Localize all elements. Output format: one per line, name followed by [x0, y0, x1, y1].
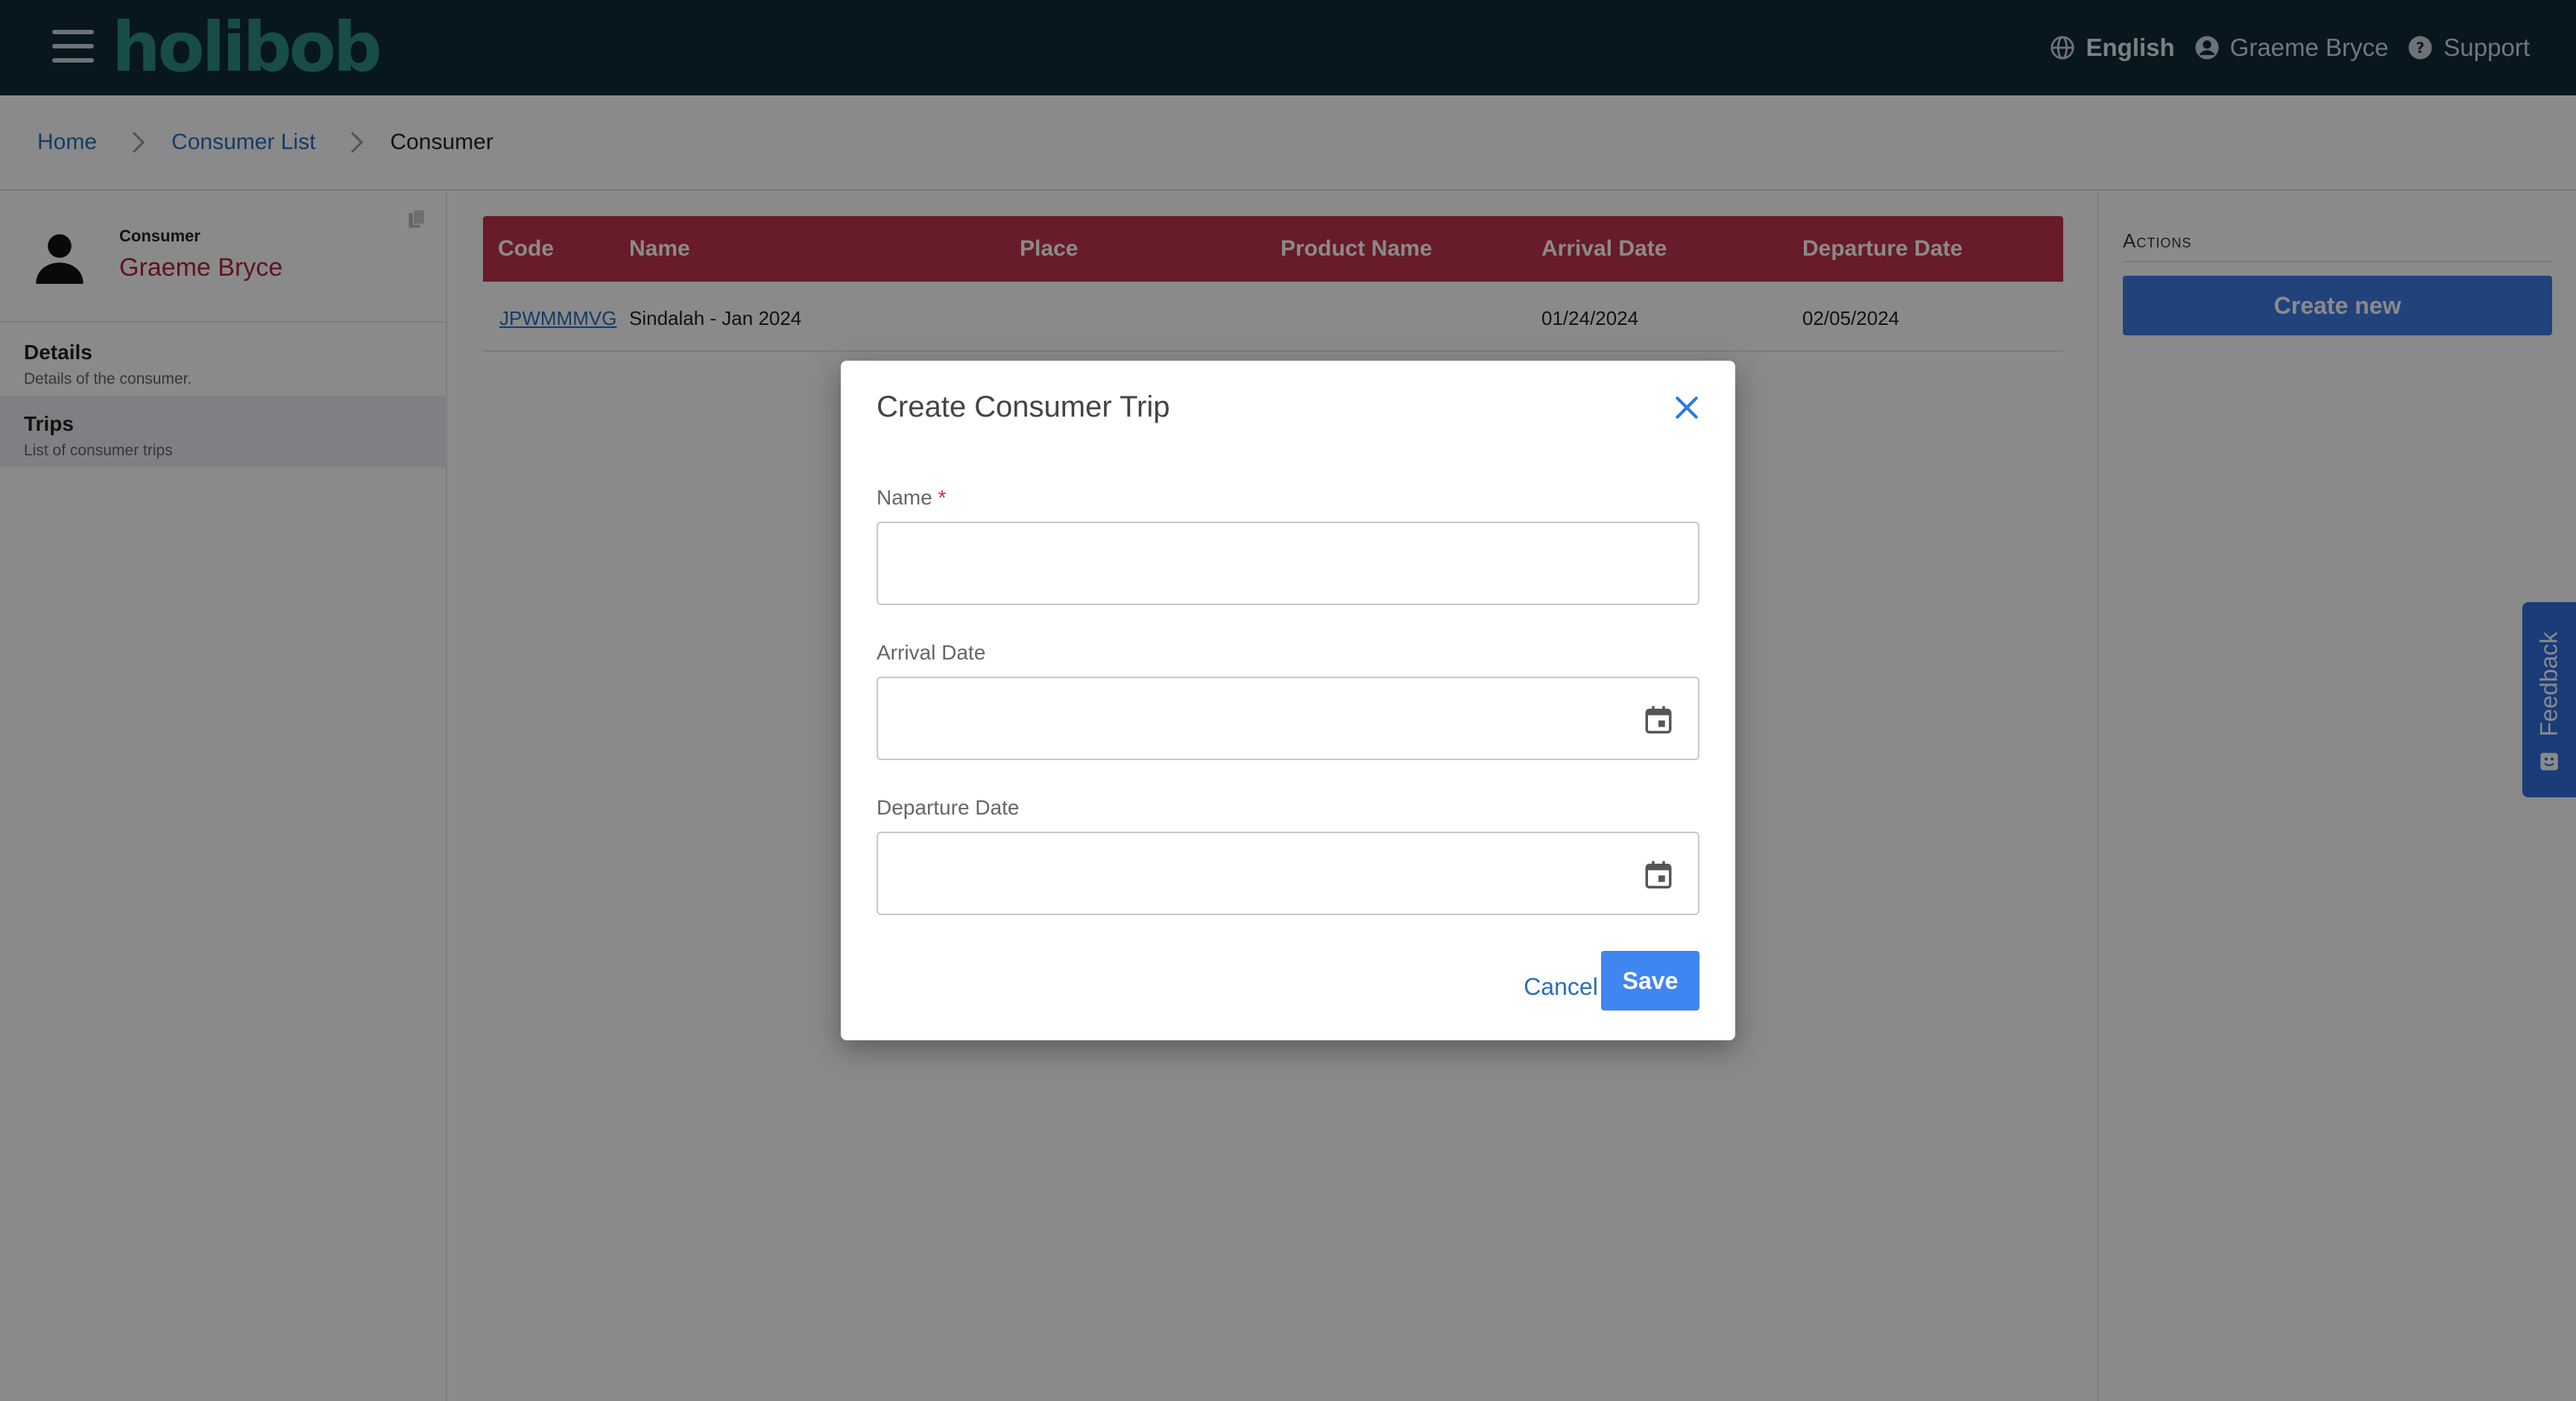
name-label: Name *	[877, 486, 946, 510]
required-mark: *	[938, 486, 947, 509]
calendar-icon[interactable]	[1643, 857, 1674, 891]
departure-date-label: Departure Date	[877, 796, 1020, 819]
calendar-icon[interactable]	[1643, 702, 1674, 736]
save-button[interactable]: Save	[1601, 951, 1699, 1011]
name-input[interactable]	[877, 522, 1699, 605]
arrival-date-input[interactable]	[877, 677, 1699, 760]
arrival-date-label: Arrival Date	[877, 641, 986, 664]
create-consumer-trip-dialog: Create Consumer Trip Name * Arrival Date…	[841, 361, 1735, 1040]
dialog-title: Create Consumer Trip	[877, 390, 1170, 423]
close-icon[interactable]	[1673, 393, 1701, 422]
departure-date-input[interactable]	[877, 832, 1699, 915]
name-label-text: Name	[877, 486, 932, 509]
